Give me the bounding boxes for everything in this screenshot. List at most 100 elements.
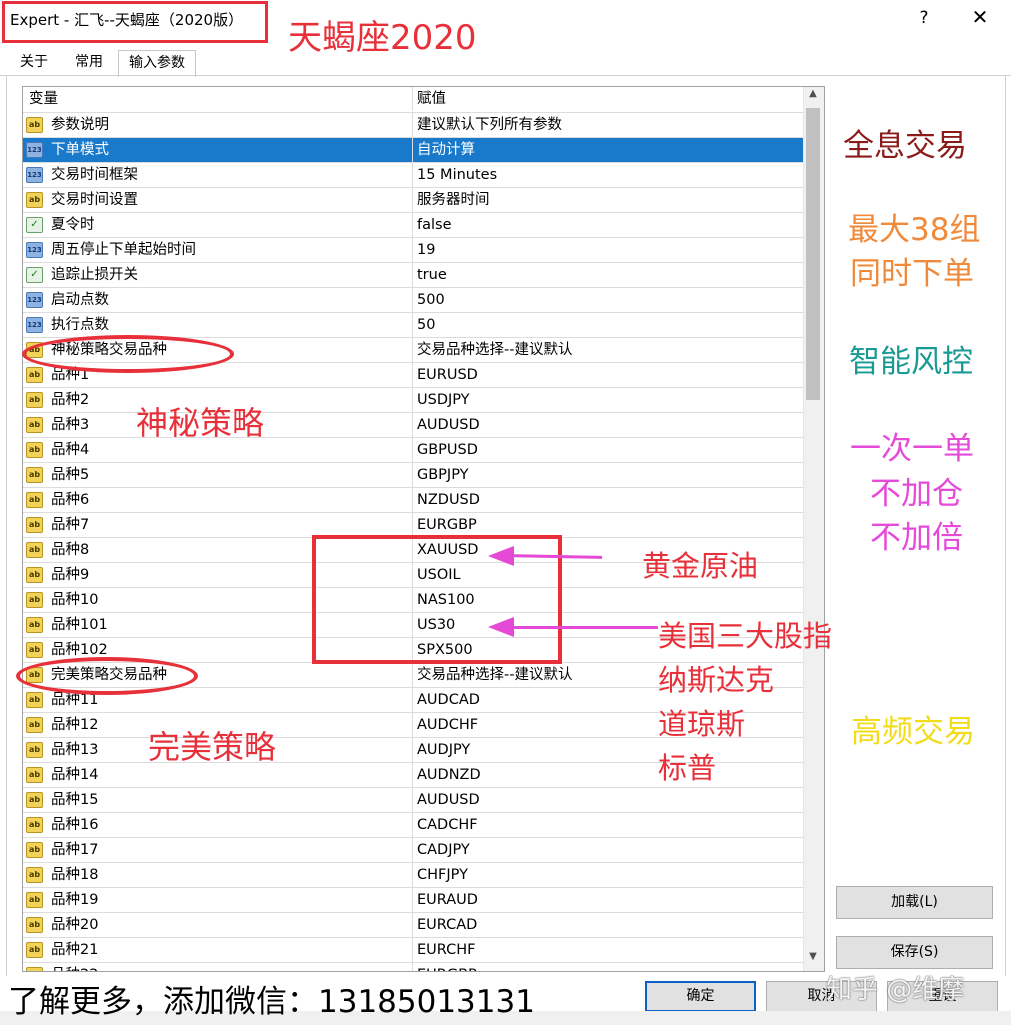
string-type-icon: ab <box>26 767 43 783</box>
ok-button[interactable]: 确定 <box>645 981 756 1012</box>
parameter-row[interactable]: ab 品种21 EURCHF <box>23 938 803 963</box>
column-header-value[interactable]: 赋值 <box>417 87 446 111</box>
parameter-value[interactable]: CHFJPY <box>417 863 468 887</box>
parameter-value[interactable]: AUDUSD <box>417 788 480 812</box>
parameter-value[interactable]: 500 <box>417 288 445 312</box>
parameter-value[interactable]: EURUSD <box>417 363 478 387</box>
parameter-name: 品种16 <box>51 817 99 833</box>
parameter-name: 品种4 <box>51 442 90 458</box>
parameter-value[interactable]: 交易品种选择--建议默认 <box>417 663 572 687</box>
tab-about[interactable]: 关于 <box>14 50 54 74</box>
parameter-row[interactable]: 123 启动点数 500 <box>23 288 803 313</box>
parameter-row[interactable]: ✓ 追踪止损开关 true <box>23 263 803 288</box>
string-type-icon: ab <box>26 717 43 733</box>
parameter-value[interactable]: EURCHF <box>417 938 476 962</box>
parameter-row[interactable]: 123 周五停止下单起始时间 19 <box>23 238 803 263</box>
parameter-row[interactable]: 123 下单模式 自动计算 <box>23 138 803 163</box>
tab-common[interactable]: 常用 <box>68 50 110 74</box>
string-type-icon: ab <box>26 692 43 708</box>
parameter-row[interactable]: ab 品种19 EURAUD <box>23 888 803 913</box>
string-type-icon: ab <box>26 867 43 883</box>
parameter-value[interactable]: CADJPY <box>417 838 470 862</box>
annotation-feature-simultaneous: 同时下单 <box>850 256 974 292</box>
string-type-icon: ab <box>26 117 43 133</box>
parameter-row[interactable]: ab 品种20 EURCAD <box>23 913 803 938</box>
parameter-value[interactable]: AUDCHF <box>417 713 478 737</box>
parameter-name: 品种7 <box>51 517 90 533</box>
parameter-value[interactable]: AUDCAD <box>417 688 480 712</box>
save-button[interactable]: 保存(S) <box>836 936 993 969</box>
number-type-icon: 123 <box>26 317 43 333</box>
parameter-value[interactable]: 交易品种选择--建议默认 <box>417 338 572 362</box>
parameter-row[interactable]: ✓ 夏令时 false <box>23 213 803 238</box>
parameter-value[interactable]: AUDUSD <box>417 413 480 437</box>
annotation-feature-no-doubling: 不加倍 <box>870 520 963 556</box>
parameter-value[interactable]: 50 <box>417 313 435 337</box>
annotation-contact-wechat: 了解更多，添加微信：13185013131 <box>8 984 535 1020</box>
parameter-row[interactable]: ab 品种17 CADJPY <box>23 838 803 863</box>
column-header-variable[interactable]: 变量 <box>29 87 58 111</box>
parameter-value[interactable]: 建议默认下列所有参数 <box>417 113 562 137</box>
parameter-name: 品种8 <box>51 542 90 558</box>
number-type-icon: 123 <box>26 292 43 308</box>
parameter-name: 执行点数 <box>51 317 109 333</box>
grid-header: 变量 赋值 <box>23 87 803 113</box>
string-type-icon: ab <box>26 942 43 958</box>
parameter-row[interactable]: ab 品种22 EURGBP <box>23 963 803 971</box>
string-type-icon: ab <box>26 967 43 971</box>
scrollbar-thumb[interactable] <box>806 108 820 400</box>
parameter-name: 周五停止下单起始时间 <box>51 242 196 258</box>
parameter-grid[interactable]: 变量 赋值 ab 参数说明 建议默认下列所有参数 123 下单模式 自动计算 123 交易时间… <box>22 86 825 972</box>
parameter-name: 品种2 <box>51 392 90 408</box>
close-button[interactable]: ✕ <box>968 5 992 29</box>
watermark-text: 知乎 @维摩 <box>826 975 965 1005</box>
parameter-row[interactable]: ab 品种16 CADCHF <box>23 813 803 838</box>
parameter-value[interactable]: 15 Minutes <box>417 163 497 187</box>
tab-input-parameters[interactable]: 输入参数 <box>118 50 196 77</box>
mystery-strategy-circle <box>22 335 234 373</box>
parameter-value[interactable]: AUDNZD <box>417 763 481 787</box>
parameter-value[interactable]: EURGBP <box>417 513 477 537</box>
parameter-value[interactable]: EURAUD <box>417 888 478 912</box>
parameter-name: 品种10 <box>51 592 99 608</box>
parameter-row[interactable]: ab 品种5 GBPJPY <box>23 463 803 488</box>
scroll-down-arrow-icon[interactable]: ▼ <box>803 951 823 969</box>
parameter-value[interactable]: USDJPY <box>417 388 470 412</box>
parameter-row[interactable]: 123 交易时间框架 15 Minutes <box>23 163 803 188</box>
string-type-icon: ab <box>26 192 43 208</box>
load-button[interactable]: 加载(L) <box>836 886 993 919</box>
parameter-value[interactable]: EURCAD <box>417 913 477 937</box>
string-type-icon: ab <box>26 592 43 608</box>
parameter-value[interactable]: EURGBP <box>417 963 477 971</box>
parameter-row[interactable]: ab 品种6 NZDUSD <box>23 488 803 513</box>
parameter-row[interactable]: ab 交易时间设置 服务器时间 <box>23 188 803 213</box>
parameter-row[interactable]: ab 品种18 CHFJPY <box>23 863 803 888</box>
parameter-value[interactable]: false <box>417 213 452 237</box>
help-button[interactable]: ? <box>914 8 934 28</box>
annotation-gold-oil: 黄金原油 <box>642 549 759 583</box>
parameter-name: 品种9 <box>51 567 90 583</box>
parameter-row[interactable]: ab 参数说明 建议默认下列所有参数 <box>23 113 803 138</box>
parameter-name: 追踪止损开关 <box>51 267 138 283</box>
parameter-value[interactable]: 19 <box>417 238 435 262</box>
scroll-up-arrow-icon[interactable]: ▲ <box>803 88 823 106</box>
parameter-name: 品种5 <box>51 467 90 483</box>
parameter-name: 下单模式 <box>51 142 109 158</box>
perfect-strategy-circle <box>16 657 198 695</box>
parameter-value[interactable]: true <box>417 263 447 287</box>
parameter-value[interactable]: AUDJPY <box>417 738 470 762</box>
parameter-name: 品种22 <box>51 963 98 971</box>
arrow-head-us-indices <box>488 617 514 637</box>
string-type-icon: ab <box>26 367 43 383</box>
parameter-value[interactable]: 自动计算 <box>417 138 475 162</box>
parameter-row[interactable]: ab 品种15 AUDUSD <box>23 788 803 813</box>
parameter-value[interactable]: 服务器时间 <box>417 188 490 212</box>
parameter-value[interactable]: GBPUSD <box>417 438 478 462</box>
parameter-value[interactable]: GBPJPY <box>417 463 469 487</box>
parameter-name: 品种14 <box>51 767 99 783</box>
string-type-icon: ab <box>26 792 43 808</box>
parameter-value[interactable]: NZDUSD <box>417 488 480 512</box>
boolean-type-icon: ✓ <box>26 217 43 233</box>
parameter-value[interactable]: CADCHF <box>417 813 478 837</box>
number-type-icon: 123 <box>26 167 43 183</box>
